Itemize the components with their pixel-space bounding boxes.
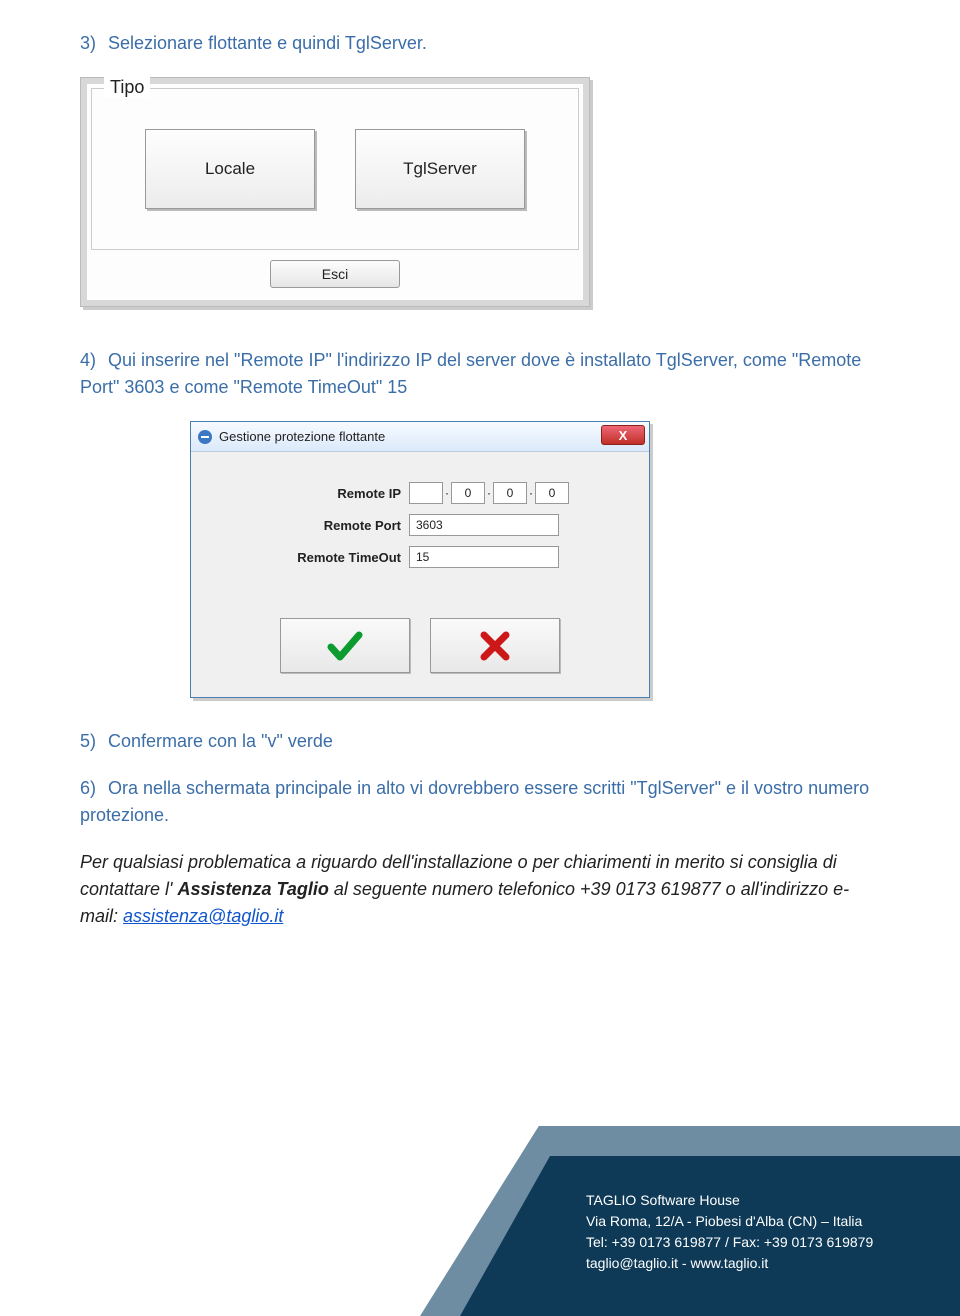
fieldset-legend: Tipo: [104, 77, 150, 98]
remote-ip-field[interactable]: · · ·: [409, 482, 559, 504]
dialog-tipo: Tipo Locale TglServer Esci: [80, 77, 590, 307]
step-6: 6)Ora nella schermata principale in alto…: [80, 775, 880, 829]
step-4: 4)Qui inserire nel "Remote IP" l'indiriz…: [80, 347, 880, 401]
ip-seg-4[interactable]: [535, 482, 569, 504]
titlebar: Gestione protezione flottante X: [191, 422, 649, 452]
footer-address: Via Roma, 12/A - Piobesi d'Alba (CN) – I…: [586, 1211, 873, 1232]
remote-ip-label: Remote IP: [281, 486, 401, 501]
remote-port-field[interactable]: 3603: [409, 514, 559, 536]
titlebar-text: Gestione protezione flottante: [219, 429, 385, 444]
check-icon: [325, 627, 365, 665]
confirm-button[interactable]: [280, 618, 410, 673]
assistance-note: Per qualsiasi problematica a riguardo de…: [80, 849, 880, 930]
close-icon: X: [619, 428, 628, 443]
fieldset-tipo: Tipo Locale TglServer: [91, 88, 579, 250]
ip-seg-2[interactable]: [451, 482, 485, 504]
footer-phone: Tel: +39 0173 619877 / Fax: +39 0173 619…: [586, 1232, 873, 1253]
step-3: 3)Selezionare flottante e quindi TglServ…: [80, 30, 880, 57]
remote-timeout-field[interactable]: 15: [409, 546, 559, 568]
app-icon: [197, 429, 213, 445]
esci-button[interactable]: Esci: [270, 260, 400, 288]
close-button[interactable]: X: [601, 425, 645, 445]
ip-seg-3[interactable]: [493, 482, 527, 504]
cancel-button[interactable]: [430, 618, 560, 673]
email-link[interactable]: assistenza@taglio.it: [123, 906, 283, 926]
remote-port-label: Remote Port: [281, 518, 401, 533]
footer-company: TAGLIO Software House: [586, 1190, 873, 1211]
footer-web: taglio@taglio.it - www.taglio.it: [586, 1253, 873, 1274]
remote-timeout-label: Remote TimeOut: [281, 550, 401, 565]
x-icon: [477, 628, 513, 664]
dialog-gestione: Gestione protezione flottante X Remote I…: [190, 421, 650, 698]
footer: TAGLIO Software House Via Roma, 12/A - P…: [420, 1126, 960, 1316]
ip-seg-1[interactable]: [409, 482, 443, 504]
locale-button[interactable]: Locale: [145, 129, 315, 209]
step-5: 5)Confermare con la "v" verde: [80, 728, 880, 755]
tglserver-button[interactable]: TglServer: [355, 129, 525, 209]
